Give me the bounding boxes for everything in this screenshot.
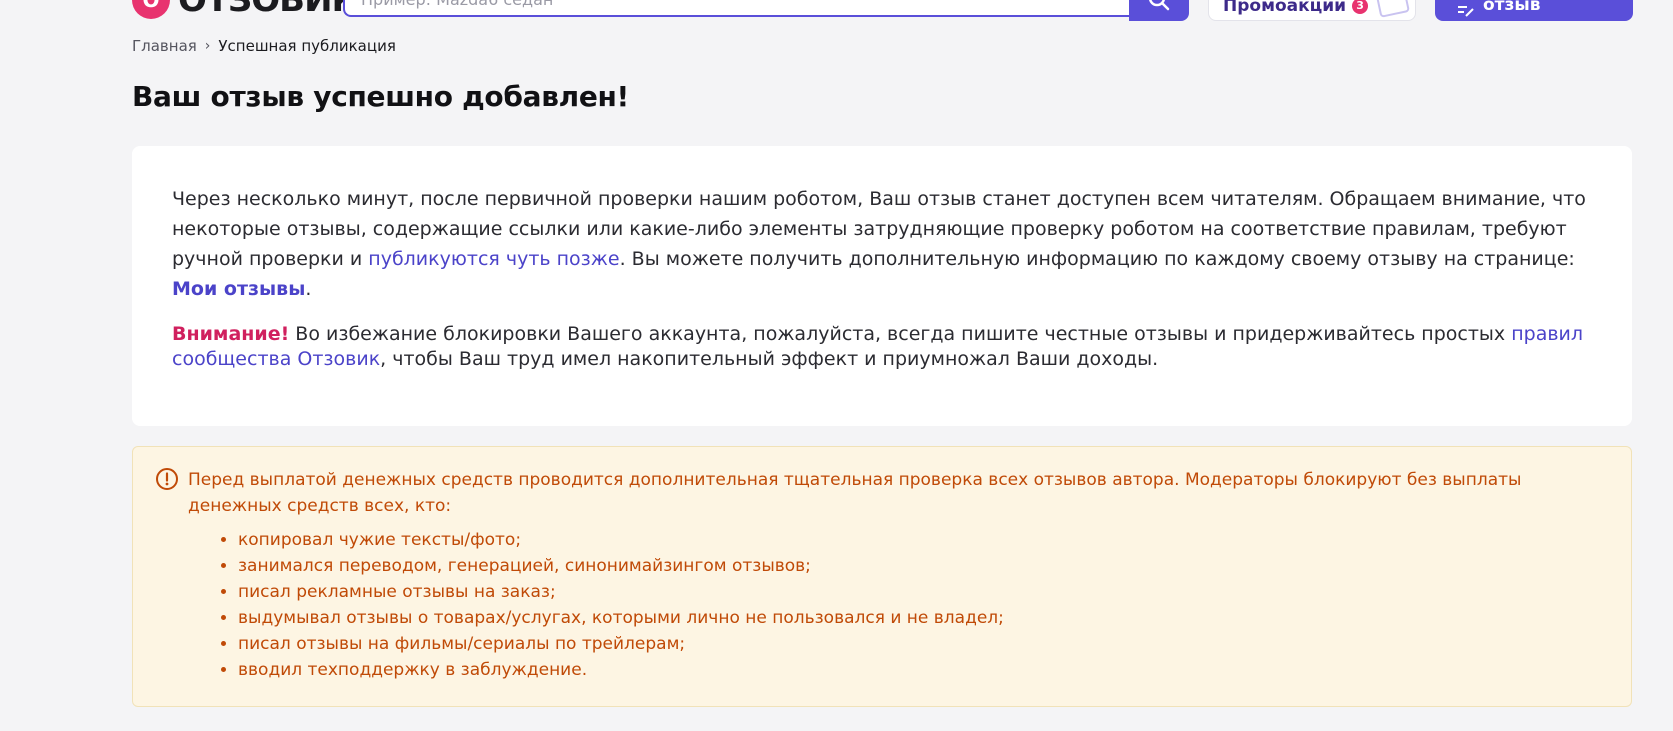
promo-count-badge: 3	[1352, 0, 1369, 14]
promo-ticket-icon	[1376, 0, 1411, 18]
moderation-info-paragraph: Через несколько минут, после первичной п…	[172, 184, 1592, 304]
search-icon	[1149, 0, 1170, 10]
site-header: О ОТЗОВИК Пример: Mazda6 седан Промоакци…	[0, 0, 1673, 26]
page-title: Ваш отзыв успешно добавлен!	[132, 80, 630, 113]
list-item: выдумывал отзывы о товарах/услугах, кото…	[238, 605, 1591, 631]
write-review-button[interactable]: Написать отзыв	[1435, 0, 1633, 21]
attention-text-1: Во избежание блокировки Вашего аккаунта,…	[289, 323, 1512, 345]
search-button[interactable]	[1129, 0, 1189, 21]
attention-paragraph: Внимание! Во избежание блокировки Вашего…	[172, 322, 1592, 372]
promo-button[interactable]: Промоакции 3	[1208, 0, 1416, 21]
search-input[interactable]: Пример: Mazda6 седан	[343, 0, 1129, 17]
published-later-link[interactable]: публикуются чуть позже	[368, 248, 619, 270]
attention-text-2: , чтобы Ваш труд имел накопительный эффе…	[380, 348, 1159, 370]
edit-icon	[1458, 6, 1474, 17]
breadcrumb-current: Успешная публикация	[218, 37, 396, 55]
success-message-card: Через несколько минут, после первичной п…	[132, 146, 1632, 426]
breadcrumb: Главная › Успешная публикация	[132, 36, 396, 56]
violations-list: копировал чужие тексты/фото; занимался п…	[188, 527, 1591, 683]
list-item: писал отзывы на фильмы/сериалы по трейле…	[238, 631, 1591, 657]
breadcrumb-separator: ›	[204, 38, 211, 54]
logo-letter: О	[142, 0, 160, 12]
moderation-text-2: . Вы можете получить дополнительную инфо…	[619, 248, 1575, 270]
list-item: вводил техподдержку в заблуждение.	[238, 657, 1591, 683]
logo-mark: О	[132, 0, 170, 19]
list-item: писал рекламные отзывы на заказ;	[238, 579, 1591, 605]
exclamation-circle-icon	[156, 468, 178, 490]
write-review-label: Написать отзыв	[1483, 0, 1541, 15]
list-item: копировал чужие тексты/фото;	[238, 527, 1591, 553]
logo-text: ОТЗОВИК	[178, 0, 359, 20]
payout-warning-notice: Перед выплатой денежных средств проводит…	[132, 446, 1632, 707]
my-reviews-link[interactable]: Мои отзывы	[172, 278, 305, 300]
attention-label: Внимание!	[172, 323, 290, 345]
list-item: занимался переводом, генерацией, синоним…	[238, 553, 1591, 579]
promo-label: Промоакции	[1223, 0, 1347, 16]
moderation-text-end: .	[305, 278, 312, 300]
breadcrumb-home-link[interactable]: Главная	[132, 37, 197, 55]
search-bar: Пример: Mazda6 седан	[343, 0, 1189, 21]
site-logo[interactable]: О ОТЗОВИК	[132, 0, 359, 20]
notice-intro: Перед выплатой денежных средств проводит…	[188, 470, 1522, 516]
